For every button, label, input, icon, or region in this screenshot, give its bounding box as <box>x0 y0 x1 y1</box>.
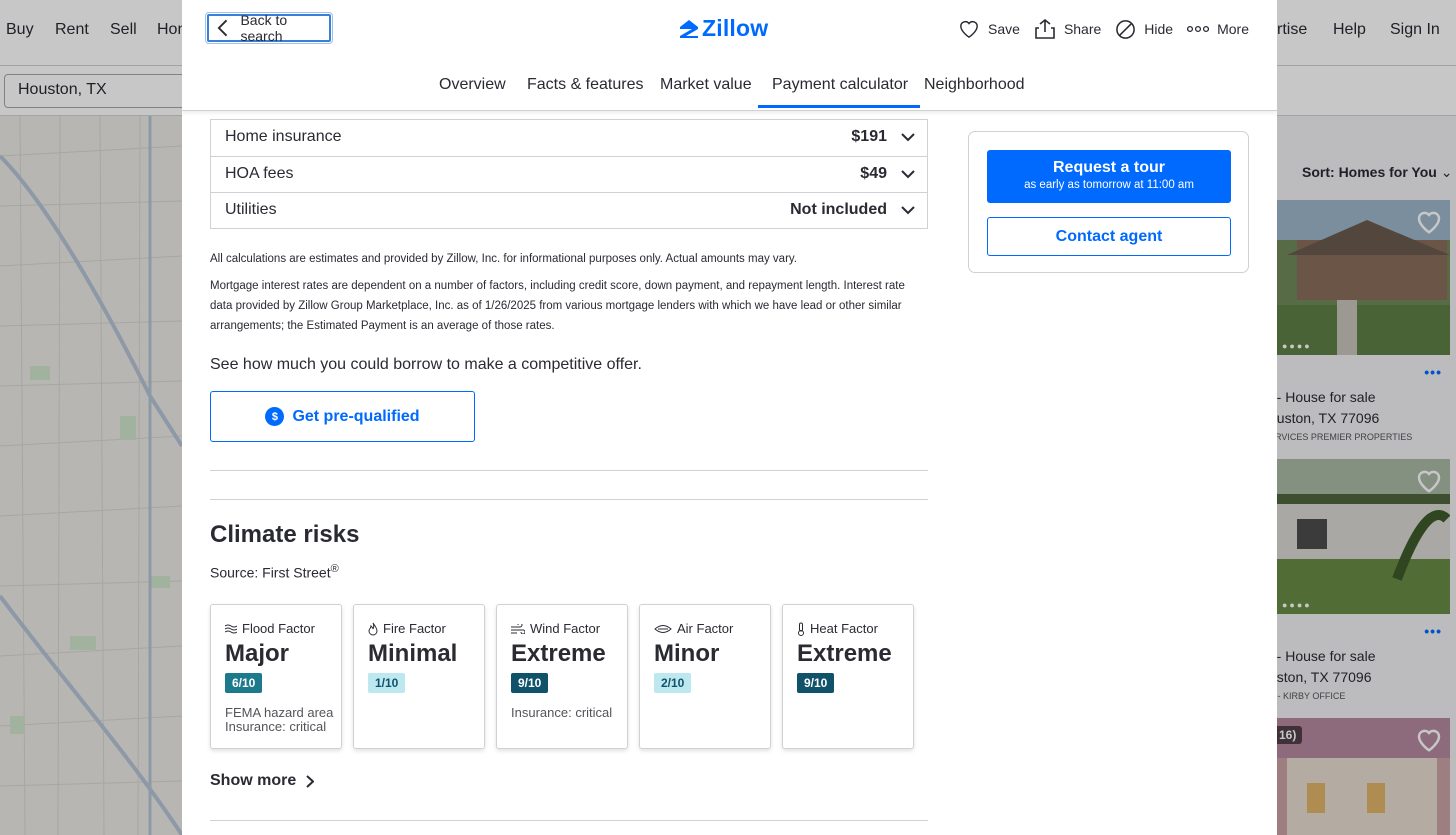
factor-name: Fire Factor <box>383 621 446 636</box>
factor-score: 6/10 <box>225 673 263 693</box>
zillow-logo-icon <box>680 19 698 38</box>
factor-score: 2/10 <box>654 673 692 693</box>
section-tabs: Overview Facts & features Market value P… <box>182 60 1277 111</box>
factor-name: Flood Factor <box>242 621 315 636</box>
tab-neighborhood[interactable]: Neighborhood <box>924 76 1025 94</box>
share-button[interactable]: Share <box>1034 18 1101 40</box>
zillow-logo-text: Zillow <box>702 15 769 41</box>
back-to-search-button[interactable]: Back to search <box>205 12 333 44</box>
factor-header: Wind Factor <box>511 621 600 636</box>
property-detail-modal: Back to search Zillow Save Share Hide Mo… <box>182 0 1277 835</box>
factor-header: Flood Factor <box>225 621 315 636</box>
tab-overview[interactable]: Overview <box>439 76 506 94</box>
factor-level: Major <box>225 640 290 667</box>
heart-icon <box>960 21 978 39</box>
cost-row-utilities[interactable]: Utilities Not included <box>211 192 927 228</box>
zillow-logo[interactable]: Zillow <box>678 15 768 42</box>
flood-icon <box>225 624 237 633</box>
divider <box>210 820 928 821</box>
factor-level: Minimal <box>368 640 458 667</box>
cost-label: Home insurance <box>225 128 342 145</box>
factor-name: Heat Factor <box>810 621 878 636</box>
tab-market-value[interactable]: Market value <box>660 76 752 94</box>
climate-risks-heading: Climate risks <box>210 521 360 548</box>
save-button[interactable]: Save <box>958 19 1020 39</box>
climate-source: Source: First Street® <box>210 563 339 581</box>
chevron-down-icon[interactable] <box>901 205 915 215</box>
interest-rate-disclaimer: Mortgage interest rates are dependent on… <box>210 280 905 332</box>
chevron-right-icon <box>306 774 315 788</box>
factor-card-flood[interactable]: Flood Factor Major 6/10 FEMA hazard area… <box>210 604 342 749</box>
request-tour-subtext: as early as tomorrow at 11:00 am <box>1024 179 1194 191</box>
fire-icon <box>368 622 378 635</box>
climate-factor-cards: Flood Factor Major 6/10 FEMA hazard area… <box>210 604 914 749</box>
more-button[interactable]: More <box>1187 21 1249 37</box>
share-icon <box>1035 18 1055 39</box>
registered-mark: ® <box>330 563 339 575</box>
air-icon <box>654 624 672 633</box>
wind-icon <box>511 623 525 634</box>
factor-header: Air Factor <box>654 621 733 636</box>
divider <box>210 470 928 471</box>
factor-score: 9/10 <box>511 673 549 693</box>
factor-score: 1/10 <box>368 673 406 693</box>
borrow-prompt: See how much you could borrow to make a … <box>210 356 642 373</box>
factor-level: Minor <box>654 640 720 667</box>
more-label: More <box>1217 21 1249 37</box>
request-tour-label: Request a tour <box>1052 159 1165 176</box>
cost-label: Utilities <box>225 201 277 218</box>
factor-header: Fire Factor <box>368 621 446 636</box>
chevron-down-icon[interactable] <box>901 132 915 142</box>
factor-card-wind[interactable]: Wind Factor Extreme 9/10 Insurance: crit… <box>496 604 628 749</box>
factor-level: Extreme <box>797 640 892 667</box>
factor-card-air[interactable]: Air Factor Minor 2/10 <box>639 604 771 749</box>
share-label: Share <box>1063 21 1102 37</box>
factor-header: Heat Factor <box>797 621 878 636</box>
header-actions: Save Share Hide More <box>958 18 1249 40</box>
cost-value: Not included <box>790 201 887 218</box>
agent-contact-card: Request a tour as early as tomorrow at 1… <box>968 131 1249 273</box>
dollar-icon: $ <box>265 407 285 426</box>
hide-button[interactable]: Hide <box>1115 19 1173 40</box>
tab-payment-calculator[interactable]: Payment calculator <box>758 76 921 108</box>
contact-agent-button[interactable]: Contact agent <box>987 217 1231 256</box>
heat-icon <box>798 622 804 636</box>
request-tour-button[interactable]: Request a tour as early as tomorrow at 1… <box>987 150 1231 203</box>
source-text: Source: First Street <box>210 564 331 581</box>
factor-level: Extreme <box>511 640 606 667</box>
cost-value: $191 <box>851 128 887 145</box>
get-pre-qualified-label: Get pre-qualified <box>292 407 420 425</box>
cost-value: $49 <box>860 165 887 182</box>
factor-name: Air Factor <box>677 621 734 636</box>
get-pre-qualified-button[interactable]: $ Get pre-qualified <box>210 391 475 442</box>
modal-header: Back to search Zillow Save Share Hide Mo… <box>182 0 1277 60</box>
hide-label: Hide <box>1144 21 1174 37</box>
show-more-label: Show more <box>210 772 297 789</box>
factor-note: Insurance: critical <box>511 705 613 720</box>
monthly-cost-table: Home insurance $191 HOA fees $49 Utiliti… <box>210 119 928 229</box>
factor-note: FEMA hazard area Insurance: critical <box>225 705 334 734</box>
divider <box>210 499 928 500</box>
factor-name: Wind Factor <box>530 621 601 636</box>
chevron-down-icon[interactable] <box>901 169 915 179</box>
hide-icon <box>1116 19 1136 39</box>
factor-score: 9/10 <box>797 673 835 693</box>
calculation-disclaimer: All calculations are estimates and provi… <box>210 253 797 265</box>
factor-card-fire[interactable]: Fire Factor Minimal 1/10 <box>353 604 485 749</box>
save-label: Save <box>988 21 1020 37</box>
chevron-left-icon <box>217 19 228 37</box>
show-more-button[interactable]: Show more <box>210 772 315 790</box>
modal-content: Home insurance $191 HOA fees $49 Utiliti… <box>182 111 1277 835</box>
more-icon <box>1187 25 1210 33</box>
cost-label: HOA fees <box>225 165 294 182</box>
back-to-search-label: Back to search <box>240 12 288 44</box>
cost-row-home-insurance[interactable]: Home insurance $191 <box>211 120 927 156</box>
tab-facts-features[interactable]: Facts & features <box>527 76 644 94</box>
factor-card-heat[interactable]: Heat Factor Extreme 9/10 <box>782 604 914 749</box>
cost-row-hoa-fees[interactable]: HOA fees $49 <box>211 156 927 192</box>
